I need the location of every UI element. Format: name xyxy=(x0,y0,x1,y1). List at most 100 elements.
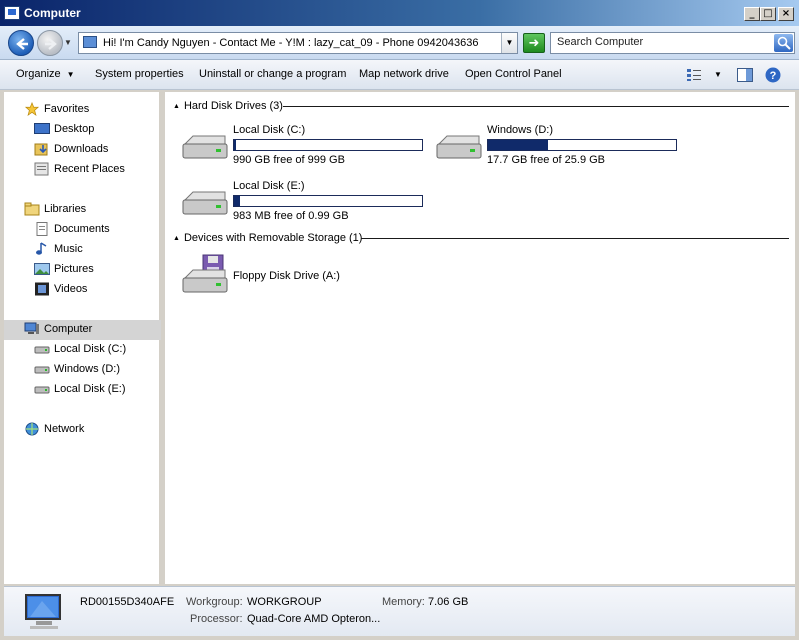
drive-name: Local Disk (E:) xyxy=(233,180,305,192)
search-input[interactable] xyxy=(557,36,767,48)
nav-documents-label: Documents xyxy=(54,223,110,235)
hard-drive-icon xyxy=(182,135,228,159)
go-button[interactable]: ➜ xyxy=(523,33,545,53)
drive-usage-bar xyxy=(233,195,423,207)
nav-pictures-label: Pictures xyxy=(54,263,94,275)
command-bar: Organize ▼ System properties Uninstall or… xyxy=(0,60,799,90)
maximize-button[interactable]: □ xyxy=(760,7,776,21)
system-properties-button[interactable]: System properties xyxy=(95,68,184,80)
collapse-arrow-icon: ▲ xyxy=(173,235,180,242)
pictures-icon xyxy=(34,263,50,275)
hard-drive-icon xyxy=(34,366,50,374)
recent-pages-dropdown[interactable]: ▼ xyxy=(64,38,72,47)
uninstall-program-button[interactable]: Uninstall or change a program xyxy=(199,68,346,80)
nav-windows-d[interactable]: Windows (D:) xyxy=(34,360,154,380)
nav-pictures[interactable]: Pictures xyxy=(34,260,154,280)
hard-drive-icon xyxy=(34,346,50,354)
group-removable-storage[interactable]: ▲ Devices with Removable Storage (1) xyxy=(173,232,362,246)
nav-local-disk-e[interactable]: Local Disk (E:) xyxy=(34,380,154,400)
drive-name: Windows (D:) xyxy=(487,124,554,136)
nav-libraries-label: Libraries xyxy=(44,203,87,215)
nav-network[interactable]: Network xyxy=(24,420,154,440)
computer-icon xyxy=(83,36,97,48)
group-divider xyxy=(361,238,789,239)
drive-usage-fill xyxy=(234,140,236,150)
recent-places-icon xyxy=(34,162,49,176)
nav-favorites-label: Favorites xyxy=(44,103,90,115)
back-arrow-icon xyxy=(16,38,28,50)
nav-videos[interactable]: Videos xyxy=(34,280,154,300)
drive-free-space: 990 GB free of 999 GB xyxy=(233,154,345,166)
processor-value: Quad-Core AMD Opteron... xyxy=(247,613,381,625)
downloads-folder-icon xyxy=(34,143,48,156)
details-pane: RD00155D340AFE Workgroup: WORKGROUP Memo… xyxy=(4,586,795,636)
desktop-icon xyxy=(34,123,50,134)
nav-desktop[interactable]: Desktop xyxy=(34,120,154,140)
nav-network-label: Network xyxy=(44,423,85,435)
drive-local-disk-e[interactable]: Local Disk (E:) 983 MB free of 0.99 GB xyxy=(181,180,431,230)
chevron-down-icon: ▼ xyxy=(66,70,75,79)
star-icon xyxy=(24,102,40,116)
map-network-drive-button[interactable]: Map network drive xyxy=(359,68,449,80)
libraries-icon xyxy=(24,202,40,216)
drive-windows-d[interactable]: Windows (D:) 17.7 GB free of 25.9 GB xyxy=(435,124,685,174)
drive-name: Local Disk (C:) xyxy=(233,124,306,136)
organize-menu[interactable]: Organize ▼ xyxy=(16,68,75,80)
group-divider xyxy=(283,106,789,107)
drive-usage-fill xyxy=(234,196,240,206)
view-options-dropdown[interactable]: ▼ xyxy=(714,70,722,79)
nav-local-disk-c[interactable]: Local Disk (C:) xyxy=(34,340,154,360)
open-control-panel-button[interactable]: Open Control Panel xyxy=(465,68,562,80)
nav-recent-places[interactable]: Recent Places xyxy=(34,160,154,180)
navigation-pane: Favorites Desktop Downloads Recent Place… xyxy=(4,92,161,584)
nav-computer-label: Computer xyxy=(44,323,93,335)
nav-desktop-label: Desktop xyxy=(54,123,95,135)
videos-icon xyxy=(35,282,49,296)
computer-name: RD00155D340AFE xyxy=(80,596,175,608)
forward-button[interactable] xyxy=(37,30,63,56)
search-box[interactable] xyxy=(550,32,795,54)
preview-pane-icon[interactable] xyxy=(737,68,753,82)
change-view-icon[interactable] xyxy=(686,68,702,82)
address-path[interactable]: Hi! I'm Candy Nguyen - Contact Me - Y!M … xyxy=(103,37,479,49)
nav-downloads[interactable]: Downloads xyxy=(34,140,154,160)
nav-computer[interactable]: Computer xyxy=(4,320,161,340)
drive-local-disk-c[interactable]: Local Disk (C:) 990 GB free of 999 GB xyxy=(181,124,431,174)
network-icon xyxy=(25,422,39,436)
nav-windows-d-label: Windows (D:) xyxy=(54,363,121,375)
svg-text:?: ? xyxy=(770,70,777,82)
help-icon[interactable]: ? xyxy=(765,67,781,83)
group-hard-disk-drives[interactable]: ▲ Hard Disk Drives (3) xyxy=(173,100,283,114)
drive-floppy-a[interactable]: Floppy Disk Drive (A:) xyxy=(181,252,431,298)
drive-free-space: 17.7 GB free of 25.9 GB xyxy=(487,154,606,166)
nav-favorites[interactable]: Favorites xyxy=(24,100,154,120)
minimize-button[interactable]: _ xyxy=(744,7,760,21)
hard-drive-icon xyxy=(34,386,50,394)
drive-usage-fill xyxy=(488,140,549,150)
computer-icon xyxy=(4,6,20,20)
address-dropdown-button[interactable]: ▼ xyxy=(501,33,517,53)
organize-label: Organize xyxy=(16,68,61,80)
address-field[interactable]: Hi! I'm Candy Nguyen - Contact Me - Y!M … xyxy=(78,32,518,54)
close-button[interactable]: × xyxy=(778,7,794,21)
documents-icon xyxy=(36,222,48,236)
nav-music-label: Music xyxy=(54,243,83,255)
nav-libraries[interactable]: Libraries xyxy=(24,200,154,220)
drive-usage-bar xyxy=(487,139,677,151)
group-removable-label: Devices with Removable Storage (1) xyxy=(183,232,363,244)
back-button[interactable] xyxy=(8,30,34,56)
address-toolbar: ▼ Hi! I'm Candy Nguyen - Contact Me - Y!… xyxy=(0,26,799,60)
window-title: Computer xyxy=(24,6,81,20)
processor-label: Processor: xyxy=(190,613,243,625)
collapse-arrow-icon: ▲ xyxy=(173,103,180,110)
hard-drive-icon xyxy=(182,191,228,215)
forward-arrow-icon xyxy=(45,38,57,50)
nav-downloads-label: Downloads xyxy=(54,143,109,155)
nav-videos-label: Videos xyxy=(54,283,88,295)
search-button[interactable] xyxy=(774,34,793,52)
nav-music[interactable]: Music xyxy=(34,240,154,260)
nav-documents[interactable]: Documents xyxy=(34,220,154,240)
computer-icon xyxy=(25,594,61,629)
group-hdd-label: Hard Disk Drives (3) xyxy=(183,100,283,112)
floppy-drive-icon xyxy=(182,254,228,293)
